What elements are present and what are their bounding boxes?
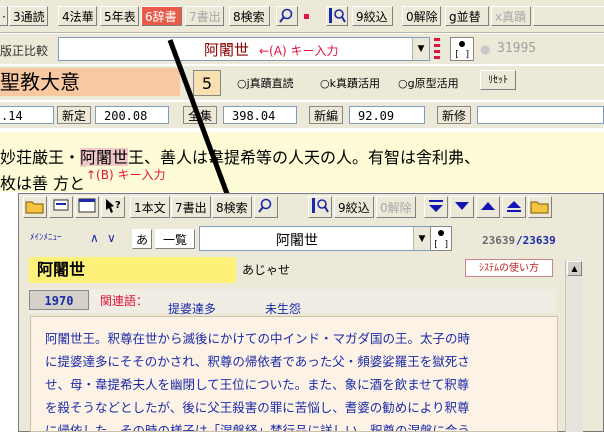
definition-line: を殺そうなどとしたが、後に父王殺害の罪に苦悩し、耆婆の勧めにより釈尊 xyxy=(45,400,470,415)
up-arrow-icon[interactable] xyxy=(476,196,500,218)
nav-down-button[interactable]: ∨ xyxy=(107,231,116,245)
main-menu-link[interactable]: ﾒｲﾝﾒﾆｭｰ xyxy=(30,230,62,243)
dict-button-kakidashi[interactable]: 7書出 xyxy=(171,196,211,218)
entry-total: /23639 xyxy=(516,234,556,247)
window-icon[interactable] xyxy=(75,196,99,218)
year-field: 1970 xyxy=(29,290,89,310)
entry-current: 23639 xyxy=(482,234,516,247)
svg-text:[ ]: [ ] xyxy=(433,240,449,250)
kana-button[interactable]: あ xyxy=(132,229,152,249)
dict-button-kaijo[interactable]: 0解除 xyxy=(376,196,416,218)
search-prev-icon[interactable] xyxy=(308,196,332,218)
down-arrow-icon[interactable] xyxy=(450,196,474,218)
list-button[interactable]: 一覧 xyxy=(155,229,195,249)
last-icon[interactable] xyxy=(502,196,526,218)
dict-button-kensaku[interactable]: 8検索 xyxy=(212,196,252,218)
folder-icon[interactable] xyxy=(528,196,552,218)
vertical-scrollbar[interactable]: ▲ xyxy=(565,260,583,432)
chevron-down-icon[interactable]: ▼ xyxy=(413,227,430,250)
help-icon[interactable]: ? xyxy=(101,196,125,218)
definition-line: 阿闍世王。釈尊在世から滅後にかけての中インド・マガダ国の王。太子の時 xyxy=(45,331,471,346)
related-label: 関連語： xyxy=(100,294,149,308)
dict-button-honbun[interactable]: 1本文 xyxy=(130,196,170,218)
first-icon[interactable] xyxy=(424,196,448,218)
toggle-icon[interactable]: [ ] xyxy=(430,226,452,251)
definition-panel: 阿闍世王。釈尊在世から滅後にかけての中インド・マガダ国の王。太子の時 に提婆達多… xyxy=(30,316,558,432)
definition-line: せ、母・韋提希夫人を幽閉して王位についた。また、象に酒を飲ませて釈尊 xyxy=(45,377,470,392)
dict-button-shibori[interactable]: 9絞込 xyxy=(334,196,374,218)
related-link-2[interactable]: 未生怨 xyxy=(265,300,301,317)
search-icon[interactable] xyxy=(254,196,278,218)
svg-text:?: ? xyxy=(115,200,121,211)
dict-search-combo[interactable]: 阿闍世 ▼ xyxy=(199,226,431,251)
definition-line: に帰依した。その時の様子は「涅槃経」梵行品に詳しい。釈尊の涅槃に会う xyxy=(45,423,471,432)
system-help-button[interactable]: ｼｽﾃﾑの使い方 xyxy=(465,259,553,277)
print-icon[interactable] xyxy=(49,196,73,218)
dictionary-toolbar: ? 1本文 7書出 8検索 9絞込 0解除 xyxy=(18,196,604,222)
scroll-up-icon[interactable]: ▲ xyxy=(567,261,582,276)
open-folder-icon[interactable] xyxy=(23,196,47,218)
headword: 阿闍世 xyxy=(29,257,236,283)
related-link-1[interactable]: 提婆達多 xyxy=(168,300,216,317)
nav-up-button[interactable]: ∧ xyxy=(90,231,99,245)
dict-combo-value: 阿闍世 xyxy=(276,233,318,249)
definition-line: に提婆達多にそそのかされ、釈尊の帰依者であった父・頻婆娑羅王を獄死さ xyxy=(45,354,470,369)
